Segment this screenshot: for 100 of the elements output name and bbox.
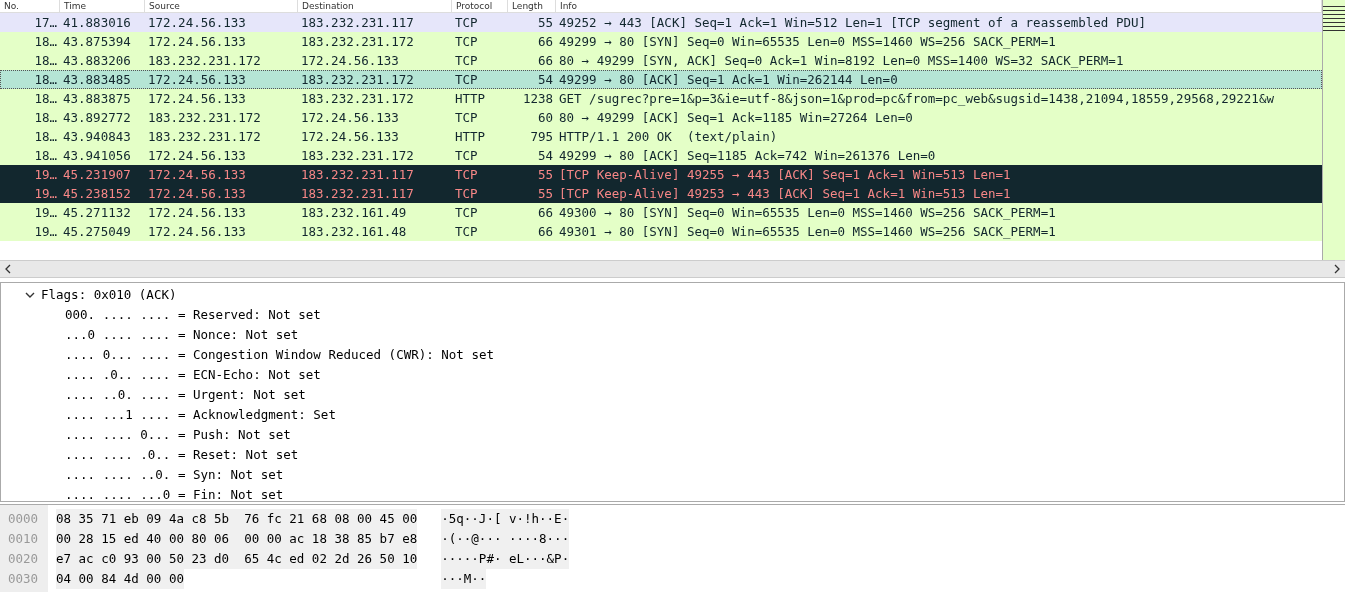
tree-item[interactable]: .... .... .0.. = Reset: Not set [65,447,299,462]
table-cell-text: 43.883485 [62,71,132,89]
table-cell-text: 172.24.56.133 [147,185,247,203]
table-cell-text: 18… [33,71,58,89]
packet-row[interactable]: 19… 45.275049 172.24.56.133 183.232.161.48 TCP 66 49301 → 80 [SYN] Seq=0 Win=65535 Len=0 MSS=1460 WS=256 SACK_PERM=1 [0,222,1322,241]
table-cell-text: 183.232.231.172 [300,147,415,165]
table-cell-text: 1238 [521,90,554,108]
byte-offset: 0010 [7,531,39,546]
packet-row[interactable]: 17… 41.883016 172.24.56.133 183.232.231.117 TCP 55 49252 → 443 [ACK] Seq=1 Ack=1 Win=512 Len=1 [TCP segment of a reassembled PDU] [0,13,1322,32]
table-cell-text: 49300 → 80 [SYN] Seq=0 Win=65535 Len=0 MSS=1460 WS=256 SACK_PERM=1 [558,204,1057,222]
table-cell-text: 183.232.231.117 [300,185,415,203]
table-cell-text: 54 [536,147,554,165]
column-header[interactable]: Protocol [452,0,508,12]
table-cell-text: 172.24.56.133 [147,223,247,241]
table-cell-text: 17… [33,14,58,32]
table-cell-text: 18… [33,90,58,108]
table-cell-text: TCP [454,185,479,203]
table-cell-text: HTTP/1.1 200 OK (text/plain) [558,128,779,146]
packet-row[interactable]: 18… 43.940843 183.232.231.172 172.24.56.133 HTTP 795 HTTP/1.1 200 OK (text/plain) [0,127,1322,146]
table-cell-text: 183.232.231.172 [147,109,262,127]
table-cell-text: 43.941056 [62,147,132,165]
table-cell-text: 55 [536,185,554,203]
tree-item[interactable]: .... .0.. .... = ECN-Echo: Not set [65,367,321,382]
hex-bytes: 00 28 15 ed 40 00 80 06 00 00 ac 18 38 85 b7 e8 [56,529,418,549]
column-header[interactable]: Destination [298,0,452,12]
horizontal-scrollbar[interactable] [0,261,1345,278]
chevron-icon[interactable] [25,291,35,299]
table-cell-text: TCP [454,14,479,32]
table-cell-text: 66 [536,33,554,51]
packet-minimap[interactable] [1322,0,1345,260]
tree-item[interactable]: .... .... ...0 = Fin: Not set [65,487,284,502]
table-cell-text: 49301 → 80 [SYN] Seq=0 Win=65535 Len=0 MSS=1460 WS=256 SACK_PERM=1 [558,223,1057,241]
packet-row[interactable]: 18… 43.883485 172.24.56.133 183.232.231.172 TCP 54 49299 → 80 [ACK] Seq=1 Ack=1 Win=262144 Len=0 [0,70,1322,89]
table-cell-text: 80 → 49299 [SYN, ACK] Seq=0 Ack=1 Win=8192 Len=0 MSS=1400 WS=32 SACK_PERM=1 [558,52,1125,70]
packet-row[interactable]: 18… 43.875394 172.24.56.133 183.232.231.172 TCP 66 49299 → 80 [SYN] Seq=0 Win=65535 Len=0 MSS=1460 WS=256 SACK_PERM=1 [0,32,1322,51]
column-header[interactable]: No. [0,0,60,12]
table-cell-text: 49299 → 80 [SYN] Seq=0 Win=65535 Len=0 MSS=1460 WS=256 SACK_PERM=1 [558,33,1057,51]
table-cell-text: 19… [33,185,58,203]
table-cell-text: 18… [33,109,58,127]
tree-item[interactable]: .... .... ..0. = Syn: Not set [65,467,284,482]
table-cell-text: 49299 → 80 [ACK] Seq=1 Ack=1 Win=262144 Len=0 [558,71,899,89]
table-cell-text: 172.24.56.133 [147,147,247,165]
ascii-bytes: ···M·· [441,569,487,589]
tree-item[interactable]: 000. .... .... = Reserved: Not set [65,307,321,322]
table-cell-text: 49252 → 443 [ACK] Seq=1 Ack=1 Win=512 Len=1 [TCP segment of a reassembled PDU] [558,14,1147,32]
table-cell-text: 172.24.56.133 [300,109,400,127]
table-cell-text: 66 [536,223,554,241]
tree-item[interactable]: Flags: 0x010 (ACK) [41,285,177,305]
table-cell-text: TCP [454,204,479,222]
table-cell-text: 183.232.231.117 [300,14,415,32]
column-header[interactable]: Length [508,0,556,12]
table-cell-text: 183.232.231.172 [300,90,415,108]
table-cell-text: TCP [454,166,479,184]
tree-item[interactable]: .... 0... .... = Congestion Window Reduced (CWR): Not set [65,347,494,362]
tree-item[interactable]: .... ..0. .... = Urgent: Not set [65,387,306,402]
scroll-right-icon[interactable] [1333,264,1341,274]
table-cell-text: [TCP Keep-Alive] 49253 → 443 [ACK] Seq=1 Ack=1 Win=513 Len=1 [558,185,1012,203]
table-cell-text: 66 [536,204,554,222]
table-cell-text: 18… [33,128,58,146]
table-cell-text: 795 [529,128,554,146]
table-cell-text: 183.232.231.172 [300,71,415,89]
column-header[interactable]: Source [145,0,298,12]
table-cell-text: 183.232.161.49 [300,204,408,222]
table-cell-text: 45.271132 [62,204,132,222]
packet-row[interactable]: 18… 43.892772 183.232.231.172 172.24.56.133 TCP 60 80 → 49299 [ACK] Seq=1 Ack=1185 Win=27264 Len=0 [0,108,1322,127]
table-cell-text: 43.892772 [62,109,132,127]
packet-row[interactable]: 19… 45.271132 172.24.56.133 183.232.161.49 TCP 66 49300 → 80 [SYN] Seq=0 Win=65535 Len=0 MSS=1460 WS=256 SACK_PERM=1 [0,203,1322,222]
table-cell-text: 18… [33,147,58,165]
packet-row[interactable]: 19… 45.238152 172.24.56.133 183.232.231.117 TCP 55 [TCP Keep-Alive] 49253 → 443 [ACK] Seq=1 Ack=1 Win=513 Len=1 [0,184,1322,203]
table-cell-text: HTTP [454,90,487,108]
table-cell-text: [TCP Keep-Alive] 49255 → 443 [ACK] Seq=1 Ack=1 Win=513 Len=1 [558,166,1012,184]
table-cell-text: 49299 → 80 [ACK] Seq=1185 Ack=742 Win=261376 Len=0 [558,147,937,165]
table-cell-text: 55 [536,14,554,32]
table-cell-text: TCP [454,223,479,241]
tree-item[interactable]: ...0 .... .... = Nonce: Not set [65,327,299,342]
ascii-bytes: ·5q··J·[ v·!h··E· [441,509,570,529]
packet-row[interactable]: 18… 43.883875 172.24.56.133 183.232.231.172 HTTP 1238 GET /sugrec?pre=1&p=3&ie=utf-8&json=1&prod=pc&from=pc_web&sugsid=1438,21094,18559,29568,29221&w [0,89,1322,108]
hex-bytes: 08 35 71 eb 09 4a c8 5b 76 fc 21 68 08 00 45 00 [56,509,418,529]
table-cell-text: 45.275049 [62,223,132,241]
table-cell-text: TCP [454,33,479,51]
table-cell-text: 41.883016 [62,14,132,32]
table-cell-text: 45.231907 [62,166,132,184]
table-cell-text: 183.232.161.48 [300,223,408,241]
table-cell-text: 172.24.56.133 [147,204,247,222]
tree-item[interactable]: .... ...1 .... = Acknowledgment: Set [65,407,336,422]
table-cell-text: GET /sugrec?pre=1&p=3&ie=utf-8&json=1&prod=pc&from=pc_web&sugsid=1438,21094,18559,29568,29221&w [558,90,1275,108]
column-header[interactable]: Time [60,0,145,12]
table-cell-text: 19… [33,204,58,222]
packet-row[interactable]: 18… 43.941056 172.24.56.133 183.232.231.172 TCP 54 49299 → 80 [ACK] Seq=1185 Ack=742 Win=261376 Len=0 [0,146,1322,165]
table-cell-text: HTTP [454,128,487,146]
table-cell-text: 172.24.56.133 [300,52,400,70]
table-cell-text: 55 [536,166,554,184]
tree-item[interactable]: .... .... 0... = Push: Not set [65,427,291,442]
table-cell-text: 183.232.231.172 [300,33,415,51]
table-cell-text: TCP [454,109,479,127]
scroll-left-icon[interactable] [4,264,12,274]
packet-row[interactable]: 19… 45.231907 172.24.56.133 183.232.231.117 TCP 55 [TCP Keep-Alive] 49255 → 443 [ACK] Seq=1 Ack=1 Win=513 Len=1 [0,165,1322,184]
byte-offset: 0030 [7,571,39,586]
table-cell-text: 43.883206 [62,52,132,70]
packet-row[interactable]: 18… 43.883206 183.232.231.172 172.24.56.133 TCP 66 80 → 49299 [SYN, ACK] Seq=0 Ack=1 Win=8192 Len=0 MSS=1400 WS=32 SACK_PERM=1 [0,51,1322,70]
